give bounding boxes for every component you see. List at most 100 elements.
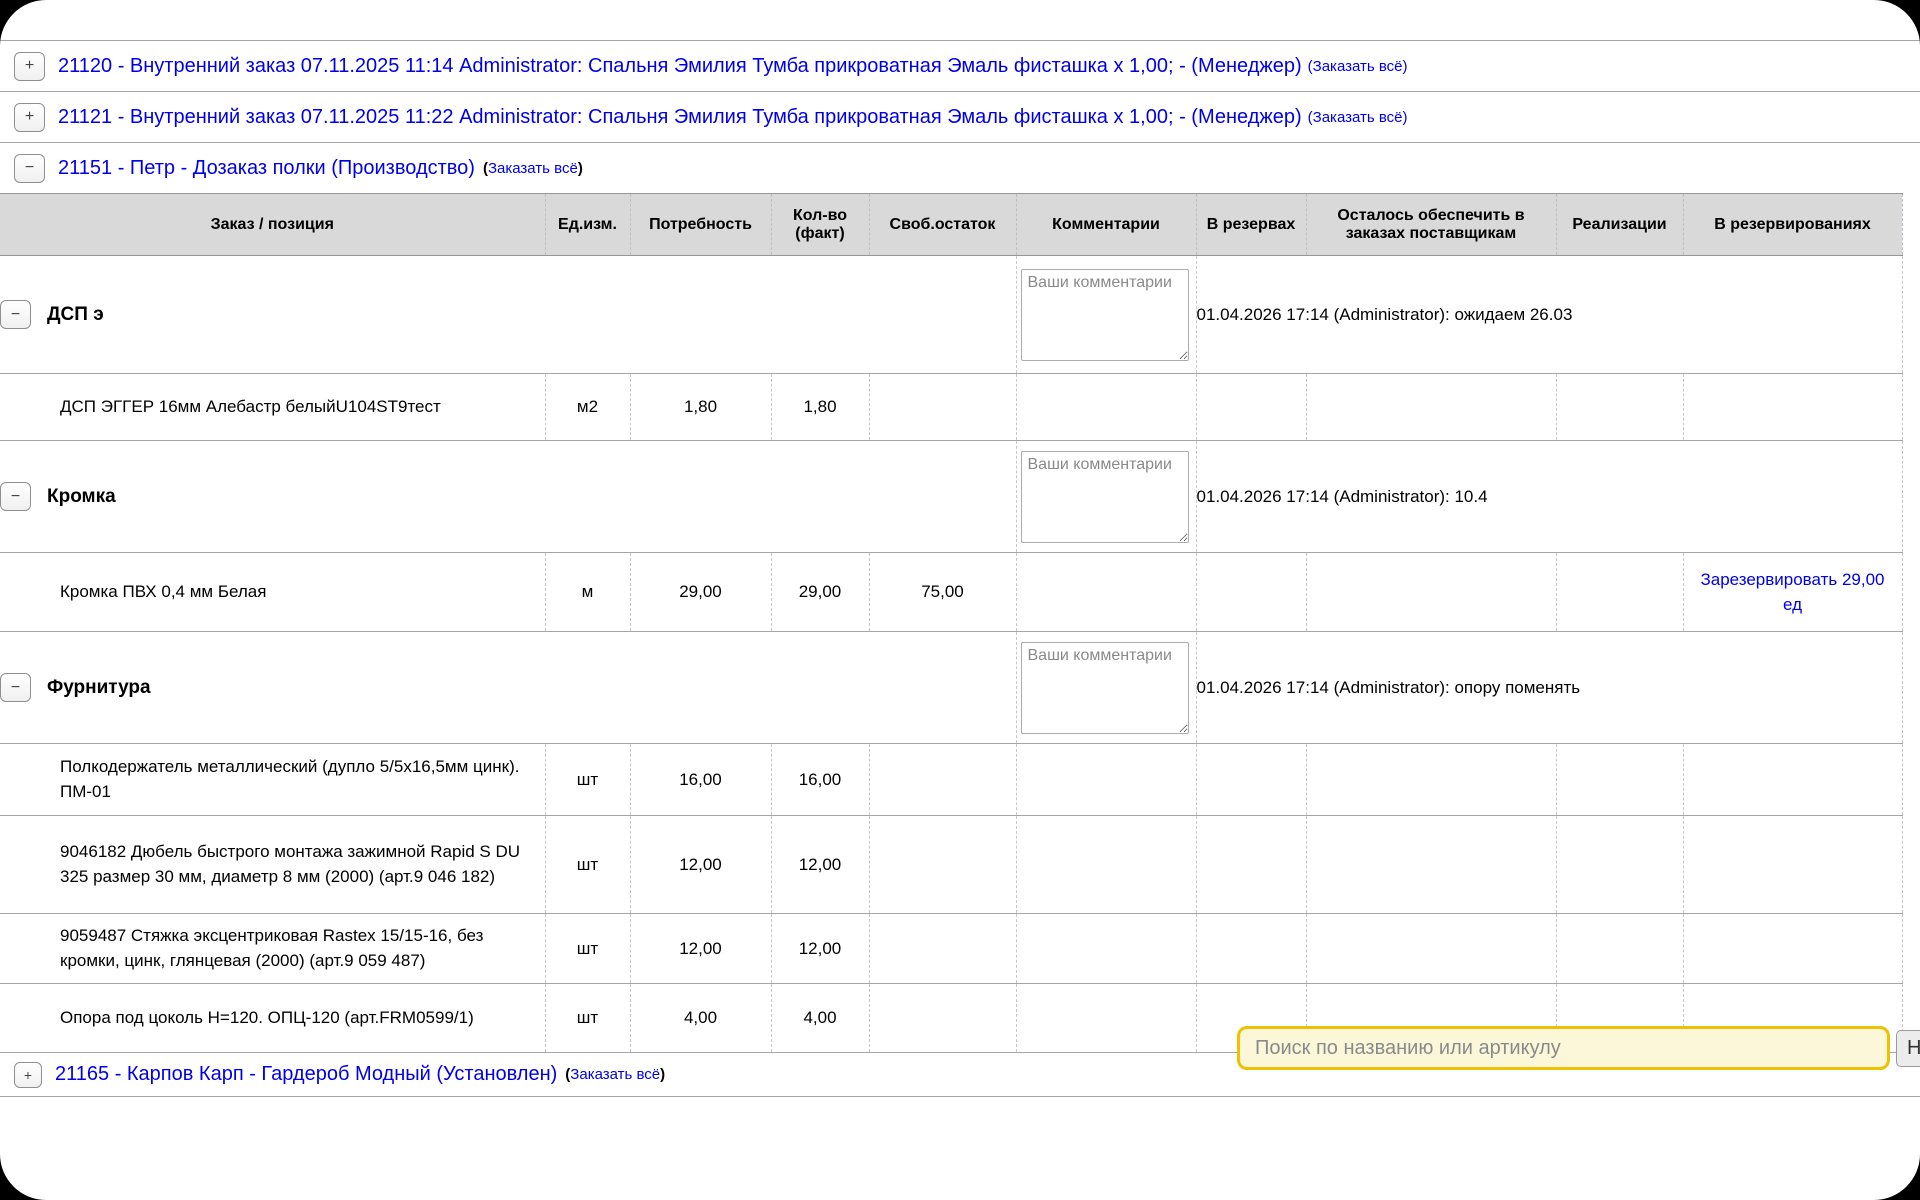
item-name: Полкодержатель металлический (дупло 5/5х… xyxy=(0,744,545,816)
need-cell: 12,00 xyxy=(630,914,771,984)
comment-cell xyxy=(1016,744,1196,816)
fact-cell: 12,00 xyxy=(771,816,869,914)
header-order-position: Заказ / позиция xyxy=(0,194,545,256)
sales-cell xyxy=(1556,744,1683,816)
reservations-cell xyxy=(1683,816,1902,914)
fact-cell: 4,00 xyxy=(771,984,869,1053)
order-link-21121[interactable]: 21121 - Внутренний заказ 07.11.2025 11:2… xyxy=(58,106,1302,129)
reserves-cell xyxy=(1196,816,1306,914)
comment-log: 01.04.2026 17:14 (Administrator): 10.4 xyxy=(1196,441,1902,553)
free-cell xyxy=(869,744,1016,816)
free-cell xyxy=(869,914,1016,984)
page: + 21120 - Внутренний заказ 07.11.2025 11… xyxy=(0,0,1920,1200)
free-cell xyxy=(869,374,1016,441)
group-row-dsp: − ДСП э 01.04.2026 17:14 (Administrator)… xyxy=(0,256,1902,374)
group-name: Фурнитура xyxy=(47,677,151,699)
reserves-cell xyxy=(1196,914,1306,984)
find-button[interactable]: Н xyxy=(1896,1030,1920,1067)
need-cell: 4,00 xyxy=(630,984,771,1053)
remaining-cell xyxy=(1306,553,1556,632)
unit-cell: м2 xyxy=(545,374,630,441)
fact-cell: 12,00 xyxy=(771,914,869,984)
header-in-reserves: В резервах xyxy=(1196,194,1306,256)
order-all-link[interactable]: Заказать всё xyxy=(570,1066,660,1083)
item-row: ДСП ЭГГЕР 16мм Алебастр белыйU104ST9тест… xyxy=(0,374,1902,441)
collapse-button[interactable]: − xyxy=(14,154,45,183)
free-cell: 75,00 xyxy=(869,553,1016,632)
order-link-21151[interactable]: 21151 - Петр - Дозаказ полки (Производст… xyxy=(58,157,475,180)
group-name: Кромка xyxy=(47,486,116,508)
free-cell xyxy=(869,816,1016,914)
group-collapse-button[interactable]: − xyxy=(0,482,31,511)
expand-button[interactable]: + xyxy=(14,103,45,132)
group-collapse-button[interactable]: − xyxy=(0,300,31,329)
positions-table: Заказ / позиция Ед.изм. Потребность Кол-… xyxy=(0,193,1903,1053)
order-link-21120[interactable]: 21120 - Внутренний заказ 07.11.2025 11:1… xyxy=(58,55,1302,78)
header-in-reservations: В резервированиях xyxy=(1683,194,1902,256)
comment-cell xyxy=(1016,816,1196,914)
header-qty-fact: Кол-во (факт) xyxy=(771,194,869,256)
paren-close: ) xyxy=(578,160,583,177)
comment-textarea[interactable] xyxy=(1021,451,1189,543)
order-all-link[interactable]: Заказать всё xyxy=(488,160,578,177)
unit-cell: шт xyxy=(545,914,630,984)
sales-cell xyxy=(1556,816,1683,914)
reserves-cell xyxy=(1196,374,1306,441)
item-name: 9059487 Стяжка эксцентриковая Rastex 15/… xyxy=(0,914,545,984)
item-row: 9046182 Дюбель быстрого монтажа зажимной… xyxy=(0,816,1902,914)
group-collapse-button[interactable]: − xyxy=(0,673,31,702)
remaining-cell xyxy=(1306,744,1556,816)
sales-cell xyxy=(1556,374,1683,441)
expand-button[interactable]: + xyxy=(14,1062,42,1088)
order-link-21165[interactable]: 21165 - Карпов Карп - Гардероб Модный (У… xyxy=(55,1063,557,1086)
sales-cell xyxy=(1556,553,1683,632)
order-all-link[interactable]: (Заказать всё) xyxy=(1308,109,1408,126)
orders-list: + 21120 - Внутренний заказ 07.11.2025 11… xyxy=(0,40,1920,193)
header-unit: Ед.изм. xyxy=(545,194,630,256)
comment-log: 01.04.2026 17:14 (Administrator): ожидае… xyxy=(1196,256,1902,374)
header-remaining-supplier-orders: Осталось обеспечить в заказах поставщика… xyxy=(1306,194,1556,256)
comment-cell xyxy=(1016,374,1196,441)
comment-cell xyxy=(1016,553,1196,632)
paren-close: ) xyxy=(660,1066,665,1083)
order-row-21121: + 21121 - Внутренний заказ 07.11.2025 11… xyxy=(0,91,1920,142)
unit-cell: м xyxy=(545,553,630,632)
unit-cell: шт xyxy=(545,744,630,816)
reserve-link[interactable]: Зарезервировать 29,00 ед xyxy=(1684,567,1902,618)
remaining-cell xyxy=(1306,816,1556,914)
item-name: Кромка ПВХ 0,4 мм Белая xyxy=(0,553,545,632)
comment-textarea[interactable] xyxy=(1021,642,1189,734)
reserves-cell xyxy=(1196,744,1306,816)
remaining-cell xyxy=(1306,374,1556,441)
expand-button[interactable]: + xyxy=(14,52,45,81)
comment-textarea[interactable] xyxy=(1021,269,1189,361)
group-row-kromka: − Кромка 01.04.2026 17:14 (Administrator… xyxy=(0,441,1902,553)
table-header-row: Заказ / позиция Ед.изм. Потребность Кол-… xyxy=(0,194,1902,256)
unit-cell: шт xyxy=(545,816,630,914)
sales-cell xyxy=(1556,914,1683,984)
group-row-furnitura: − Фурнитура 01.04.2026 17:14 (Administra… xyxy=(0,632,1902,744)
reservations-cell xyxy=(1683,744,1902,816)
order-row-21120: + 21120 - Внутренний заказ 07.11.2025 11… xyxy=(0,40,1920,91)
comment-log: 01.04.2026 17:14 (Administrator): опору … xyxy=(1196,632,1902,744)
need-cell: 16,00 xyxy=(630,744,771,816)
need-cell: 29,00 xyxy=(630,553,771,632)
fact-cell: 29,00 xyxy=(771,553,869,632)
item-row: Кромка ПВХ 0,4 мм Белая м 29,00 29,00 75… xyxy=(0,553,1902,632)
header-need: Потребность xyxy=(630,194,771,256)
comment-cell xyxy=(1016,914,1196,984)
fact-cell: 1,80 xyxy=(771,374,869,441)
need-cell: 1,80 xyxy=(630,374,771,441)
search-input[interactable] xyxy=(1237,1026,1890,1070)
order-row-21151: − 21151 - Петр - Дозаказ полки (Производ… xyxy=(0,142,1920,193)
item-row: Полкодержатель металлический (дупло 5/5х… xyxy=(0,744,1902,816)
free-cell xyxy=(869,984,1016,1053)
item-name: Опора под цоколь Н=120. ОПЦ-120 (арт.FRM… xyxy=(0,984,545,1053)
order-all-link[interactable]: (Заказать всё) xyxy=(1308,58,1408,75)
reservations-cell xyxy=(1683,914,1902,984)
comment-cell xyxy=(1016,984,1196,1053)
fact-cell: 16,00 xyxy=(771,744,869,816)
item-name: 9046182 Дюбель быстрого монтажа зажимной… xyxy=(0,816,545,914)
reservations-cell: Зарезервировать 29,00 ед xyxy=(1683,553,1902,632)
reservations-cell xyxy=(1683,374,1902,441)
